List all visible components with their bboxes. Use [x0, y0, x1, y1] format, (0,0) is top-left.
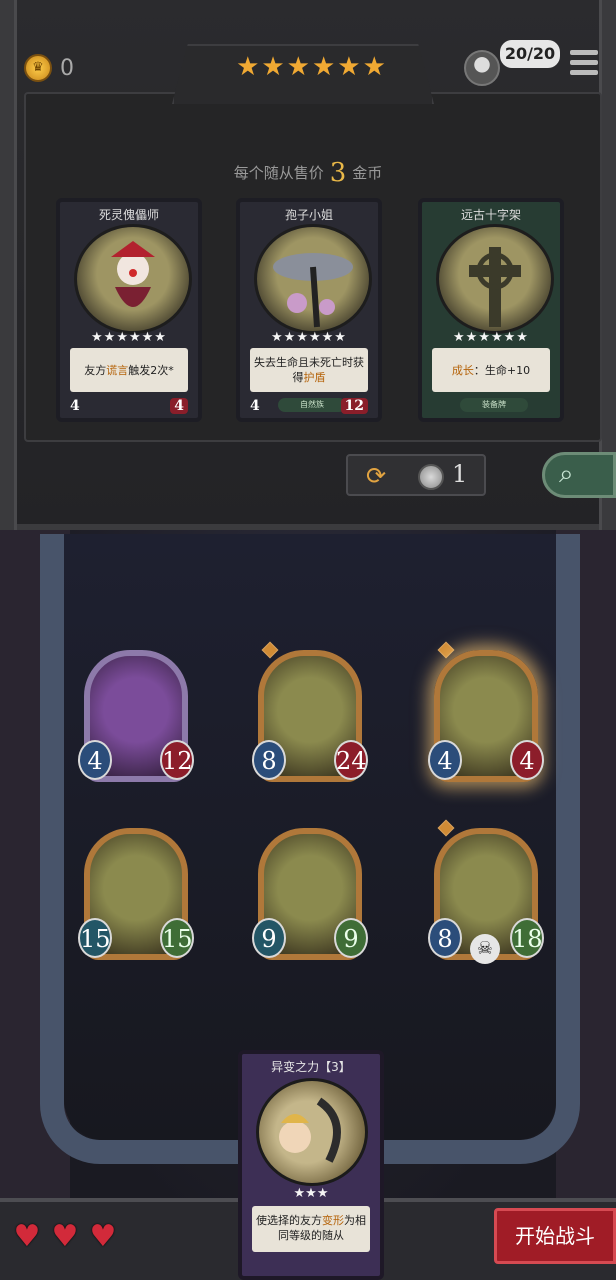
board-minion[interactable]: 15 15 [78, 828, 194, 968]
board-minion[interactable]: 4 4 [428, 641, 544, 790]
card-name: 孢子小姐 [284, 208, 333, 222]
price-value: 3 [329, 158, 347, 188]
heart-icon: ♥ [51, 1219, 79, 1254]
keyword-text: 成长 [451, 363, 474, 377]
lives-display: ♥ ♥ ♥ [12, 1222, 118, 1252]
card-stars: ★★★★★★ [453, 330, 529, 345]
desc-text: 友方 [84, 363, 107, 377]
card-health: 12 [340, 398, 368, 414]
card-attack: 4 [250, 398, 260, 414]
minion-attack: 8 [428, 918, 462, 958]
keyword-text: 变形 [322, 1214, 344, 1227]
gold-counter: ♛ 0 [24, 54, 74, 82]
minion-health: 12 [160, 740, 194, 780]
board-minion[interactable]: 4 12 [78, 650, 194, 790]
minion-health: 4 [510, 740, 544, 780]
search-button[interactable]: ⌕ [542, 452, 616, 498]
skull-icon: ☠ [470, 934, 500, 964]
heart-icon: ♥ [89, 1219, 117, 1254]
celtic-cross-art [436, 224, 554, 334]
clown-puppeteer-art [74, 224, 192, 334]
minion-health: 15 [160, 918, 194, 958]
minion-health: 9 [334, 918, 368, 958]
search-icon: ⌕ [559, 459, 574, 489]
card-stars: ★★★★★★ [271, 330, 347, 345]
keyword-text: 谎言 [106, 363, 129, 377]
card-description: 成长：生命+10 [432, 348, 550, 392]
minion-attack: 8 [252, 740, 286, 780]
gold-coin-icon: ♛ [24, 54, 52, 82]
reroll-cost: 1 [452, 460, 468, 488]
player-avatar[interactable] [464, 50, 500, 86]
refresh-icon: ⟳ [366, 462, 387, 490]
desc-text: ：生命+10 [473, 363, 531, 377]
shop-card[interactable]: 孢子小姐 ★★★★★★ 失去生命且未死亡时获得护盾 4 自然族 12 [236, 198, 382, 422]
card-type-tag: 装备牌 [460, 398, 528, 412]
silver-coin-icon [418, 464, 444, 490]
card-stars: ★★★★★★ [91, 330, 167, 345]
card-tribe-tag: 自然族 [278, 398, 346, 412]
reroll-button[interactable]: ⟳ 1 [346, 454, 486, 496]
tavern-tier-stars: ★★★★★★ [236, 52, 388, 82]
minion-attack: 4 [428, 740, 462, 780]
transform-spell-art [256, 1078, 368, 1186]
price-suffix: 金币 [352, 164, 383, 182]
shop-card[interactable]: 远古十字架 ★★★★★★ 成长：生命+10 装备牌 [418, 198, 564, 422]
board-minion[interactable]: 8 24 [252, 641, 368, 790]
minion-attack: 4 [78, 740, 112, 780]
hand-card[interactable]: 异变之力【3】 ★★★ 使选择的友方变形为相同等级的随从 [238, 1050, 384, 1280]
board-minion[interactable]: 9 9 [252, 828, 368, 968]
heart-icon: ♥ [13, 1219, 41, 1254]
keyword-text: 护盾 [303, 371, 326, 384]
hand-card-title: 异变之力【3】 [271, 1060, 351, 1074]
price-prefix: 每个随从售价 [233, 164, 324, 182]
board-minion[interactable]: ☠ 8 18 [428, 819, 544, 968]
card-description: 失去生命且未死亡时获得护盾 [250, 348, 368, 392]
shop-card[interactable]: 死灵傀儡师 ★★★★★★ 友方谎言触发2次* 4 4 [56, 198, 202, 422]
price-info: 每个随从售价 3 金币 [0, 158, 616, 188]
card-description: 友方谎言触发2次* [70, 348, 188, 392]
card-name: 死灵傀儡师 [98, 208, 159, 222]
desc-text: 触发2次* [128, 363, 174, 377]
start-battle-button[interactable]: 开始战斗 [494, 1208, 616, 1264]
minion-health: 18 [510, 918, 544, 958]
card-health: 4 [170, 398, 188, 414]
desc-text: 使选择的友方 [256, 1214, 322, 1227]
spore-lady-art [254, 224, 372, 334]
minion-health: 24 [334, 740, 368, 780]
minion-attack: 15 [78, 918, 112, 958]
turn-counter: 20/20 [500, 40, 560, 68]
menu-icon[interactable] [570, 50, 598, 76]
minion-attack: 9 [252, 918, 286, 958]
card-attack: 4 [70, 398, 80, 414]
card-name: 远古十字架 [460, 208, 521, 222]
hand-card-description: 使选择的友方变形为相同等级的随从 [252, 1206, 370, 1252]
hand-card-stars: ★★★ [293, 1186, 329, 1201]
gold-value: 0 [60, 55, 74, 81]
